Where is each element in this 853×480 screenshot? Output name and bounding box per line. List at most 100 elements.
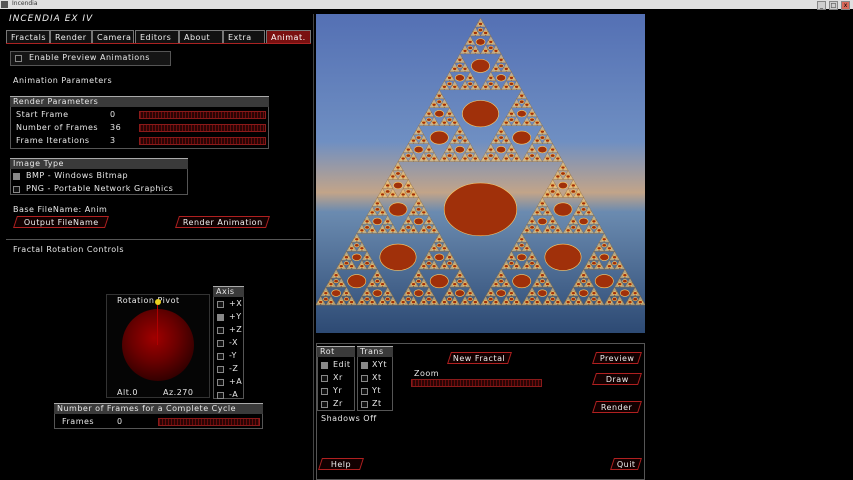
quit-button[interactable]: Quit <box>610 458 642 470</box>
axis-plus-x-label: +X <box>229 299 243 308</box>
fractal-cell <box>400 188 406 194</box>
png-checkbox[interactable] <box>13 186 20 193</box>
fractal-cell <box>369 206 376 212</box>
output-filename-button[interactable]: Output FileName <box>13 216 109 228</box>
teapot-ornament <box>446 117 453 122</box>
teapot-ornament <box>446 81 453 86</box>
fractal-cell <box>627 295 633 301</box>
teapot-ornament <box>380 282 385 286</box>
teapot-ornament <box>462 138 468 143</box>
tab-editors[interactable]: Editors <box>135 30 179 43</box>
teapot-ornament <box>395 171 401 176</box>
tab-extra[interactable]: Extra <box>223 30 265 43</box>
teapot-ornament <box>537 145 548 154</box>
teapot-ornament <box>364 219 370 224</box>
teapot-ornament <box>565 300 571 304</box>
trans-yt-checkbox[interactable] <box>361 388 368 395</box>
tab-fractals[interactable]: Fractals <box>6 30 50 43</box>
new-fractal-button[interactable]: New Fractal <box>447 352 512 364</box>
tab-camera[interactable]: Camera <box>92 30 134 43</box>
teapot-ornament <box>452 156 458 161</box>
axis-plus-y-checkbox[interactable] <box>217 314 224 321</box>
teapot-ornament <box>328 300 334 304</box>
teapot-ornament <box>426 225 432 230</box>
rot-edit-checkbox[interactable] <box>321 362 328 369</box>
frame-iterations-slider[interactable] <box>139 137 266 145</box>
axis-plus-z-checkbox[interactable] <box>217 327 224 334</box>
teapot-ornament <box>534 210 540 215</box>
teapot-ornament <box>555 228 561 233</box>
rot-yr-checkbox[interactable] <box>321 388 328 395</box>
teapot-ornament <box>411 138 416 143</box>
start-frame-slider[interactable] <box>139 111 266 119</box>
maximize-button[interactable]: □ <box>829 1 838 10</box>
teapot-ornament <box>467 45 473 50</box>
axis-minus-a-checkbox[interactable] <box>217 392 224 399</box>
close-button[interactable]: x <box>841 1 850 10</box>
axis-plus-x-checkbox[interactable] <box>217 301 224 308</box>
teapot-ornament <box>488 76 494 80</box>
axis-minus-x-checkbox[interactable] <box>217 340 224 347</box>
tab-render[interactable]: Render <box>50 30 92 43</box>
teapot-ornament <box>534 120 540 125</box>
fractal-cell <box>601 233 608 238</box>
render-button[interactable]: Render <box>592 401 642 413</box>
teapot-ornament <box>529 111 535 116</box>
axis-minus-y-checkbox[interactable] <box>217 353 224 360</box>
preview-button[interactable]: Preview <box>592 352 642 364</box>
fractal-cell <box>451 259 458 265</box>
number-of-frames-label: Number of Frames <box>16 123 99 132</box>
teapot-ornament <box>576 300 581 304</box>
draw-button[interactable]: Draw <box>592 373 642 385</box>
preview-animations-checkbox[interactable] <box>15 55 22 62</box>
fractal-cell <box>503 80 510 86</box>
fractal-cell <box>441 152 448 158</box>
bmp-checkbox[interactable] <box>13 173 20 180</box>
teapot-ornament <box>372 217 383 225</box>
teapot-ornament <box>632 297 638 302</box>
trans-xyt-checkbox[interactable] <box>361 362 368 369</box>
teapot-ornament <box>498 135 504 140</box>
fractal-cell <box>539 268 546 274</box>
fractal-cell <box>544 188 551 194</box>
minimize-button[interactable]: _ <box>817 1 826 10</box>
teapot-ornament <box>601 243 607 248</box>
zoom-slider[interactable] <box>411 379 542 387</box>
rot-xr-checkbox[interactable] <box>321 375 328 382</box>
axis-plus-a-checkbox[interactable] <box>217 379 224 386</box>
fractal-cell <box>328 295 334 301</box>
axis-header: Axis <box>213 286 244 297</box>
teapot-ornament <box>323 297 329 302</box>
fractal-cell <box>503 259 510 265</box>
axis-minus-z-checkbox[interactable] <box>217 366 224 373</box>
teapot-ornament <box>385 183 390 188</box>
fractal-cell <box>431 259 437 265</box>
teapot-ornament <box>503 67 509 71</box>
teapot-ornament <box>565 228 571 233</box>
teapot-ornament <box>524 246 530 251</box>
teapot-ornament <box>434 253 445 261</box>
trans-xt-checkbox[interactable] <box>361 375 368 382</box>
fractal-cell <box>611 250 618 256</box>
render-animation-button[interactable]: Render Animation <box>175 216 270 228</box>
teapot-ornament <box>493 156 499 161</box>
fractal-viewport[interactable] <box>316 14 645 333</box>
teapot-ornament <box>462 100 499 128</box>
trans-zt-checkbox[interactable] <box>361 401 368 408</box>
rotation-pivot-sphere[interactable] <box>122 309 194 381</box>
number-of-frames-slider[interactable] <box>139 124 266 132</box>
pivot-handle[interactable] <box>155 299 161 305</box>
teapot-ornament <box>519 237 525 242</box>
teapot-ornament <box>452 120 458 125</box>
tab-about[interactable]: About <box>179 30 223 43</box>
rot-zr-checkbox[interactable] <box>321 401 328 408</box>
teapot-ornament <box>540 201 545 206</box>
teapot-ornament <box>385 297 391 302</box>
help-button[interactable]: Help <box>318 458 364 470</box>
cycle-frames-slider[interactable] <box>158 418 260 426</box>
fractal-cell <box>596 295 602 301</box>
teapot-ornament <box>555 174 561 179</box>
teapot-ornament <box>611 261 618 266</box>
tab-animation[interactable]: Animat. <box>266 30 311 43</box>
number-of-frames-value: 36 <box>110 123 122 132</box>
